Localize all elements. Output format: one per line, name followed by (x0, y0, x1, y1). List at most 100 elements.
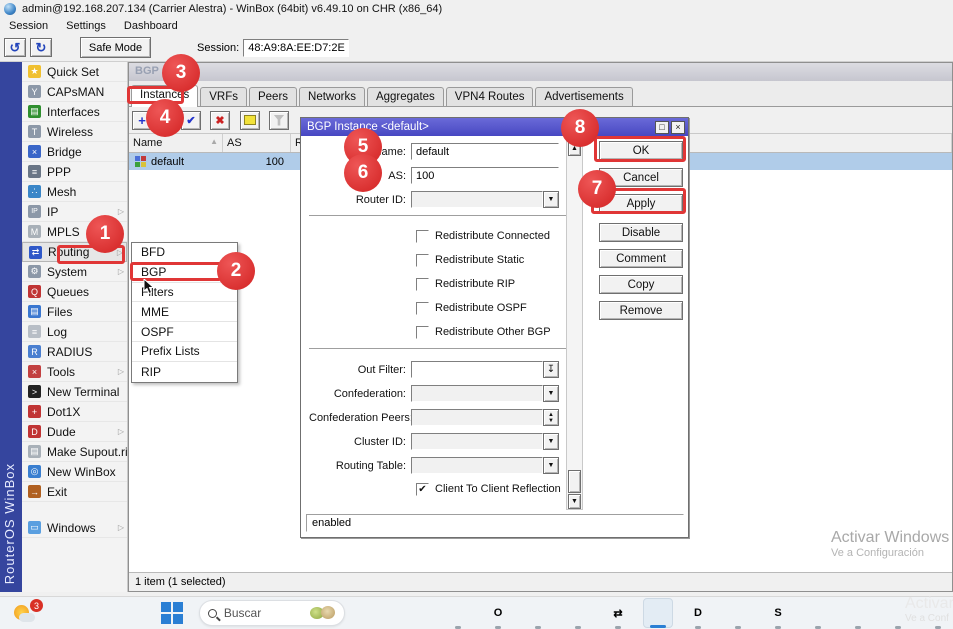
checkbox-redistribute-connected[interactable] (416, 230, 429, 243)
sidebar-item-label: PPP (47, 165, 71, 179)
redo-button[interactable]: ↻ (30, 38, 52, 57)
disable-button[interactable]: ✖ (210, 111, 230, 130)
disable-button[interactable]: Disable (599, 223, 683, 242)
chrome-taskbar-button[interactable] (523, 598, 553, 628)
session-field[interactable]: 48:A9:8A:EE:D7:2E (243, 39, 349, 57)
sidebar-item-windows[interactable]: ▭Windows▷ (22, 518, 127, 538)
sidebar-item-label: Interfaces (47, 105, 100, 119)
maximize-icon[interactable]: □ (655, 121, 669, 134)
sidebar-item-exit[interactable]: →Exit (22, 482, 127, 502)
field-input[interactable] (411, 433, 543, 450)
scroll-down-icon[interactable]: ▼ (568, 494, 581, 509)
sidebar-item-mesh[interactable]: ∴Mesh (22, 182, 127, 202)
tab-vpn4-routes[interactable]: VPN4 Routes (446, 87, 534, 106)
field-label: Routing Table: (309, 460, 411, 472)
notepad-taskbar-button[interactable] (803, 598, 833, 628)
remote-access-taskbar-button[interactable] (843, 598, 873, 628)
checkbox-redistribute-static[interactable] (416, 254, 429, 267)
column-header-name[interactable]: Name▲ (129, 134, 223, 152)
sidebar-item-radius[interactable]: RRADIUS (22, 342, 127, 362)
undo-button[interactable]: ↺ (4, 38, 26, 57)
sidebar-item-label: Wireless (47, 125, 93, 139)
comment-button[interactable]: Comment (599, 249, 683, 268)
tab-networks[interactable]: Networks (299, 87, 365, 106)
column-header-as[interactable]: AS (223, 134, 291, 152)
tab-vrfs[interactable]: VRFs (200, 87, 247, 106)
sidebar-item-ppp[interactable]: ≡PPP (22, 162, 127, 182)
sidebar-item-bridge[interactable]: ×Bridge (22, 142, 127, 162)
bridge-icon: × (28, 145, 41, 158)
field-input[interactable] (411, 191, 543, 208)
close-icon[interactable]: × (671, 121, 685, 134)
field-input[interactable]: default (411, 143, 559, 160)
dropdown-arrow-icon[interactable]: ▼ (543, 385, 559, 402)
running-indicator (650, 625, 666, 628)
context-menu-item-rip[interactable]: RIP (132, 362, 237, 382)
files-icon: ▤ (28, 305, 41, 318)
cloud-icon (19, 613, 35, 622)
field-input[interactable]: 100 (411, 167, 559, 184)
comment-button[interactable] (240, 111, 260, 130)
outlook-taskbar-button[interactable]: O (483, 598, 513, 628)
sidebar-item-make-supout-rif[interactable]: ▤Make Supout.rif (22, 442, 127, 462)
menu-item-session[interactable]: Session (0, 20, 57, 32)
sidebar-item-dot1x[interactable]: +Dot1X (22, 402, 127, 422)
context-menu-item-mme[interactable]: MME (132, 302, 237, 322)
sublime-text-taskbar-button[interactable]: S (763, 598, 793, 628)
sidebar-item-dude[interactable]: DDude▷ (22, 422, 127, 442)
dropdown-arrow-icon[interactable]: ▼ (543, 191, 559, 208)
green-ring-app-taskbar-button[interactable] (563, 598, 593, 628)
sidebar-item-log[interactable]: ≡Log (22, 322, 127, 342)
bgp-window-title[interactable]: BGP (129, 63, 952, 81)
context-menu-item-ospf[interactable]: OSPF (132, 322, 237, 342)
sidebar-item-interfaces[interactable]: ▤Interfaces (22, 102, 127, 122)
tab-peers[interactable]: Peers (249, 87, 297, 106)
yellow-arrows-app-taskbar-button[interactable]: ⇄ (603, 598, 633, 628)
drawing-tool-app-taskbar-button[interactable]: D (683, 598, 713, 628)
field-input[interactable] (411, 409, 543, 426)
menu-item-settings[interactable]: Settings (57, 20, 115, 32)
sidebar-item-wireless[interactable]: TWireless (22, 122, 127, 142)
enable-button[interactable]: ✔ (181, 111, 201, 130)
session-label: Session: (197, 42, 239, 54)
desktop: admin@192.168.207.134 (Carrier Alestra) … (0, 0, 953, 629)
sidebar-item-system[interactable]: ⚙System▷ (22, 262, 127, 282)
winbox-taskbar-button[interactable] (643, 598, 673, 628)
context-menu-item-prefix-lists[interactable]: Prefix Lists (132, 342, 237, 362)
spinner-icon[interactable]: ▲▼ (543, 409, 559, 426)
highlight-ok (594, 136, 686, 162)
dropdown-arrow-icon[interactable]: ▼ (543, 433, 559, 450)
field-input[interactable] (411, 361, 543, 378)
tab-aggregates[interactable]: Aggregates (367, 87, 444, 106)
red-green-app-taskbar-button[interactable] (723, 598, 753, 628)
weather-widget[interactable]: 3 (12, 601, 46, 627)
checkbox-redistribute-other-bgp[interactable] (416, 326, 429, 339)
tab-advertisements[interactable]: Advertisements (535, 87, 632, 106)
checkbox-client-to-client-reflection[interactable]: ✔ (416, 483, 429, 496)
sidebar-item-capsman[interactable]: YCAPsMAN (22, 82, 127, 102)
sidebar-item-new-winbox[interactable]: ◎New WinBox (22, 462, 127, 482)
taskbar-search[interactable]: Buscar (199, 600, 345, 626)
checkbox-redistribute-ospf[interactable] (416, 302, 429, 315)
field-input[interactable] (411, 385, 543, 402)
menu-item-dashboard[interactable]: Dashboard (115, 20, 187, 32)
dropdown-arrow-icon[interactable]: ▼ (543, 457, 559, 474)
drop-load-icon[interactable]: ↧ (543, 361, 559, 378)
filter-button[interactable] (269, 111, 289, 130)
copilot-taskbar-button[interactable] (403, 598, 433, 628)
task-view-taskbar-button[interactable] (363, 598, 393, 628)
sidebar-item-quick-set[interactable]: ★Quick Set (22, 62, 127, 82)
start-button[interactable] (160, 600, 185, 626)
remove-button[interactable]: Remove (599, 301, 683, 320)
checkbox-redistribute-rip[interactable] (416, 278, 429, 291)
sidebar-item-queues[interactable]: QQueues (22, 282, 127, 302)
sidebar-item-tools[interactable]: ×Tools▷ (22, 362, 127, 382)
sidebar-item-files[interactable]: ▤Files (22, 302, 127, 322)
file-explorer-taskbar-button[interactable] (443, 598, 473, 628)
copy-button[interactable]: Copy (599, 275, 683, 294)
sidebar-item-new-terminal[interactable]: >New Terminal (22, 382, 127, 402)
safe-mode-button[interactable]: Safe Mode (80, 37, 151, 58)
scroll-thumb[interactable] (568, 470, 581, 493)
cell-name: default (151, 156, 223, 168)
field-input[interactable] (411, 457, 543, 474)
